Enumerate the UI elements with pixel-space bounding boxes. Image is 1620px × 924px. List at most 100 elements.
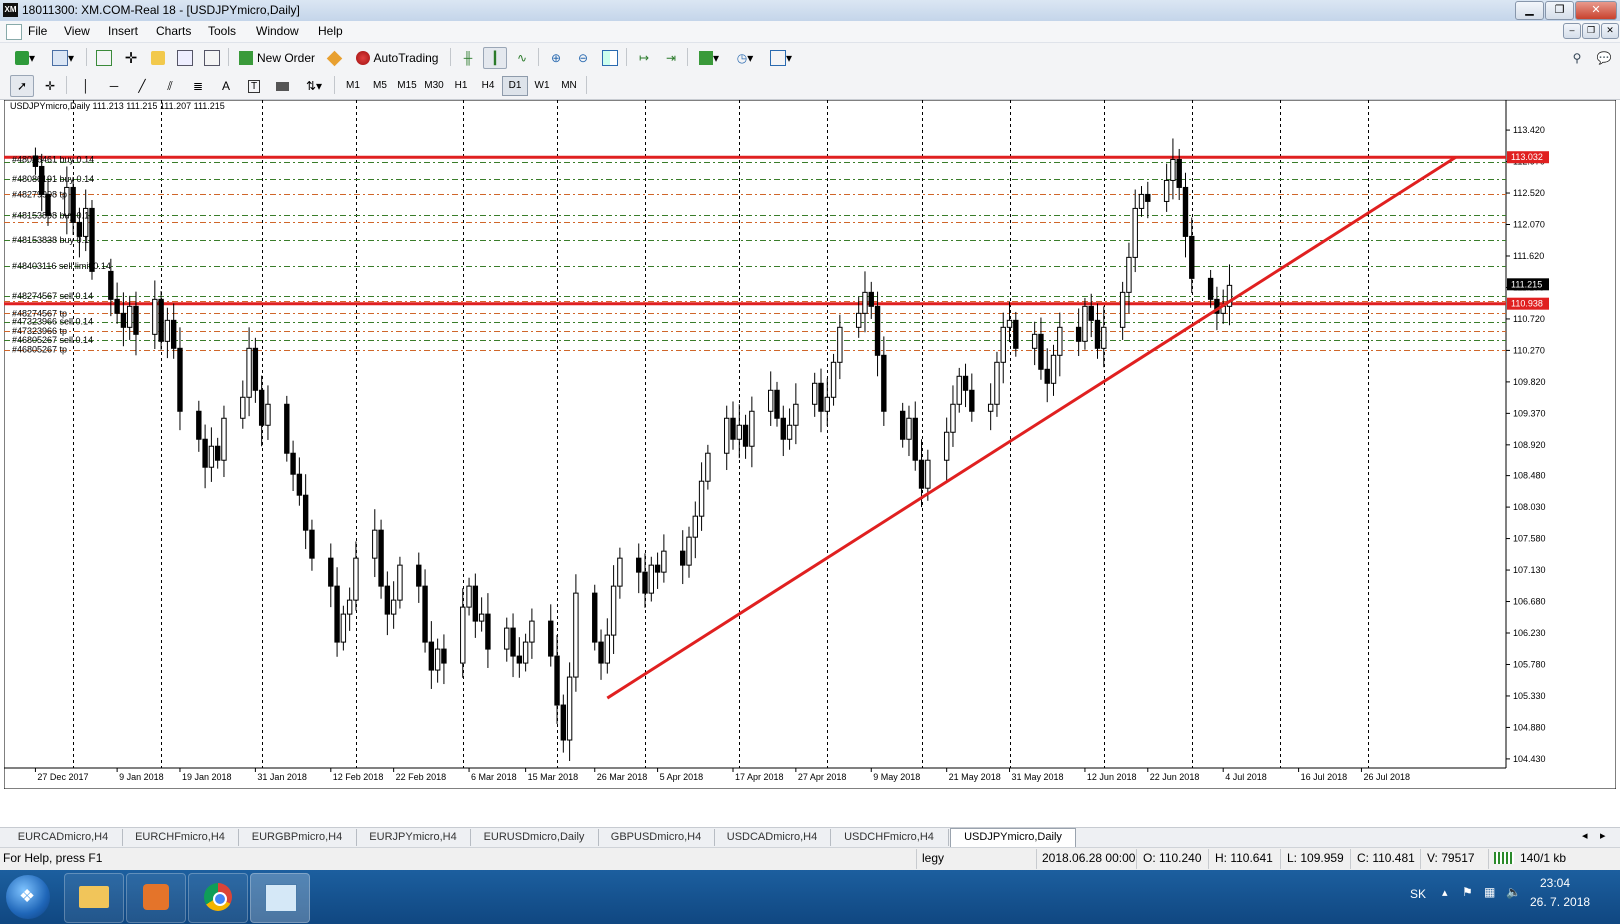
trendline-button[interactable]: ╱ [130, 75, 154, 97]
status-low: L: 109.959 [1287, 851, 1344, 865]
zoom-out-button[interactable]: ⊖ [571, 47, 595, 69]
bar-chart-button[interactable]: ╫ [456, 47, 480, 69]
windows-logo-icon: ❖ [19, 886, 36, 906]
tab-eurusd[interactable]: EURUSDmicro,Daily [470, 829, 599, 846]
tab-eurgbp[interactable]: EURGBPmicro,H4 [238, 829, 357, 846]
new-chart-button[interactable]: ▾ [8, 47, 42, 69]
clock-time[interactable]: 23:04 [1540, 876, 1570, 890]
child-restore-button[interactable]: ❐ [1582, 23, 1600, 39]
navigator-button[interactable] [146, 47, 170, 69]
strategy-tester-button[interactable] [200, 47, 224, 69]
templates-button[interactable]: ▾ [764, 47, 798, 69]
tab-scroll-left-icon[interactable]: ◂ [1582, 829, 1588, 842]
language-indicator[interactable]: SK [1410, 887, 1426, 901]
child-close-button[interactable]: ✕ [1601, 23, 1619, 39]
timeframe-m1[interactable]: M1 [340, 76, 366, 96]
text-label-button[interactable]: T [242, 75, 266, 97]
tab-eurchf[interactable]: EURCHFmicro,H4 [122, 829, 239, 846]
arrows-button[interactable]: ⇅▾ [298, 75, 330, 97]
periods-button[interactable]: ◷ ▾ [728, 47, 762, 69]
autoscroll-button[interactable]: ↦ [632, 47, 656, 69]
menu-file[interactable]: File [28, 24, 47, 38]
candle-body [240, 396, 246, 419]
timeframe-m30[interactable]: M30 [421, 76, 447, 96]
candle-body [290, 452, 296, 475]
start-button[interactable]: ❖ [6, 875, 50, 919]
menu-tools[interactable]: Tools [208, 24, 236, 38]
candle-body [284, 403, 290, 454]
chart-shift-button[interactable]: ⇥ [659, 47, 683, 69]
tab-scroll-right-icon[interactable]: ▸ [1600, 829, 1606, 842]
market-watch-button[interactable] [92, 47, 116, 69]
taskbar-chrome[interactable] [188, 873, 248, 923]
taskbar-explorer[interactable] [64, 873, 124, 923]
tab-usdcad[interactable]: USDCADmicro,H4 [714, 829, 831, 846]
folder-icon [79, 886, 109, 908]
candle-body [158, 298, 164, 342]
child-minimize-button[interactable]: – [1563, 23, 1581, 39]
menu-insert[interactable]: Insert [108, 24, 138, 38]
zoom-in-button[interactable]: ⊕ [544, 47, 568, 69]
horizontal-line-button[interactable]: ─ [102, 75, 126, 97]
timeframe-d1[interactable]: D1 [502, 76, 528, 96]
date-tick-label: 5 Apr 2018 [660, 772, 704, 782]
candlestick-button[interactable]: ┃ [483, 47, 507, 69]
network-icon[interactable]: ▦ [1484, 885, 1495, 899]
tab-gbpusd[interactable]: GBPUSDmicro,H4 [598, 829, 715, 846]
tab-usdchf[interactable]: USDCHFmicro,H4 [830, 829, 949, 846]
vertical-line-button[interactable]: │ [74, 75, 98, 97]
tab-eurcad[interactable]: EURCADmicro,H4 [4, 829, 123, 846]
timeframe-w1[interactable]: W1 [529, 76, 555, 96]
timeframe-m15[interactable]: M15 [394, 76, 420, 96]
maximize-button[interactable]: ❐ [1545, 1, 1574, 20]
search-button[interactable]: ⚲ [1565, 47, 1589, 69]
help-text: For Help, press F1 [3, 851, 103, 865]
taskbar-media-player[interactable] [126, 873, 186, 923]
timeframe-mn[interactable]: MN [556, 76, 582, 96]
chart-window[interactable]: #48086461 buy 0.14 #48086191 buy 0.14 #482… [4, 100, 1616, 789]
text-button[interactable]: A [214, 75, 238, 97]
rectangle-button[interactable] [270, 75, 294, 97]
tile-windows-button[interactable] [598, 47, 622, 69]
current-price-tag-text: 111.215 [1511, 279, 1542, 289]
crosshair-tool-button[interactable]: ✛ [38, 75, 62, 97]
candle-body [422, 585, 428, 643]
cursor-button[interactable]: ➚ [10, 75, 34, 97]
tab-eurjpy[interactable]: EURJPYmicro,H4 [356, 829, 471, 846]
date-tick-label: 26 Jul 2018 [1363, 772, 1410, 782]
candle-body [1101, 326, 1107, 349]
menu-window[interactable]: Window [256, 24, 299, 38]
candle-body [560, 704, 567, 741]
timeframe-h1[interactable]: H1 [448, 76, 474, 96]
timeframe-m5[interactable]: M5 [367, 76, 393, 96]
autotrading-button[interactable]: AutoTrading [348, 47, 446, 69]
price-chart[interactable]: #48086461 buy 0.14 #48086191 buy 0.14 #482… [4, 100, 1616, 789]
chart-shift-icon: ⇥ [665, 51, 677, 65]
timeframe-h4[interactable]: H4 [475, 76, 501, 96]
metaeditor-button[interactable] [322, 47, 346, 69]
tray-expand-icon[interactable]: ▴ [1442, 886, 1448, 899]
indicators-button[interactable]: ▾ [692, 47, 726, 69]
document-icon[interactable] [6, 24, 22, 40]
profiles-button[interactable]: ▾ [46, 47, 80, 69]
candle-body [881, 354, 887, 412]
menu-help[interactable]: Help [318, 24, 343, 38]
menu-view[interactable]: View [64, 24, 90, 38]
status-bar: For Help, press F1 legy 2018.06.28 00:00… [0, 847, 1620, 870]
chat-button[interactable]: 💬 [1592, 47, 1616, 69]
fibonacci-button[interactable]: ≣ [186, 75, 210, 97]
data-window-button[interactable]: ✛ [119, 47, 143, 69]
candle-body [214, 445, 221, 461]
new-order-button[interactable]: New Order [234, 47, 320, 69]
line-chart-button[interactable]: ∿ [510, 47, 534, 69]
minimize-button[interactable]: ▁ [1515, 1, 1544, 20]
flag-icon[interactable]: ⚑ [1462, 885, 1473, 899]
tab-usdjpy[interactable]: USDJPYmicro,Daily [950, 828, 1076, 848]
taskbar-metatrader[interactable] [250, 873, 310, 923]
close-button[interactable]: ✕ [1575, 1, 1617, 20]
terminal-button[interactable] [173, 47, 197, 69]
volume-icon[interactable]: 🔈 [1506, 885, 1521, 899]
clock-date[interactable]: 26. 7. 2018 [1530, 895, 1590, 909]
menu-charts[interactable]: Charts [156, 24, 191, 38]
channel-button[interactable]: ⫽ [158, 75, 182, 97]
